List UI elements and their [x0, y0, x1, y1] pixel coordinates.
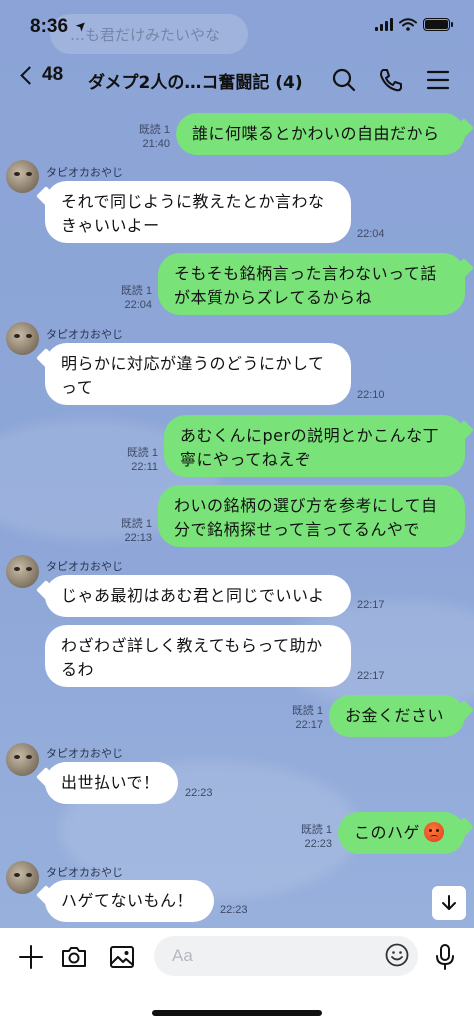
back-button[interactable]: 48	[18, 64, 63, 86]
my-message-bubble[interactable]: お金ください	[329, 695, 465, 737]
message-meta: 既読 1 21:40	[110, 123, 170, 151]
message-text: じゃあ最初はあむ君と同じでいいよ	[61, 586, 325, 605]
menu-icon[interactable]	[424, 66, 452, 94]
read-receipt: 既読 1	[138, 124, 170, 136]
message-time: 22:23	[220, 904, 248, 916]
wifi-icon	[399, 18, 417, 31]
their-message-bubble[interactable]: 出世払いで！	[45, 762, 178, 804]
message-time: 22:10	[357, 389, 385, 401]
their-message-bubble[interactable]: 明らかに対応が違うのどうにかして って	[45, 343, 351, 405]
message-text-line: わいの銘柄の選び方を参考にして自	[174, 496, 438, 515]
message-text-line: って	[61, 378, 94, 397]
unread-count: 48	[42, 64, 64, 85]
back-chevron-icon	[20, 65, 39, 85]
read-receipt: 既読 1	[300, 824, 332, 836]
message-text: お金ください	[345, 706, 445, 725]
angry-face-icon	[424, 822, 445, 842]
message-time: 22:11	[131, 461, 158, 473]
my-message-bubble[interactable]: このハゲ	[338, 812, 465, 854]
search-icon[interactable]	[330, 66, 358, 94]
message-text: ハゲてないもん！	[61, 891, 194, 910]
message-composer	[0, 928, 474, 1024]
avatar[interactable]	[6, 160, 39, 193]
read-receipt: 既読 1	[126, 447, 158, 459]
avatar[interactable]	[6, 743, 39, 776]
sender-name: タピオカおやじ	[46, 560, 123, 573]
location-icon: ➤	[71, 16, 91, 35]
chat-header: 48 ダメプ2人の…コ奮闘記 (4)	[0, 56, 474, 106]
microphone-icon[interactable]	[430, 942, 460, 972]
message-meta: 既読 1 22:11	[98, 446, 158, 474]
message-time: 22:04	[124, 299, 152, 311]
their-message-bubble[interactable]: わざわざ詳しく教えてもらって助か るわ	[45, 625, 351, 687]
scroll-to-bottom-button[interactable]	[432, 886, 466, 920]
sender-name: タピオカおやじ	[46, 747, 123, 760]
arrow-down-icon	[442, 895, 456, 910]
message-meta: 既読 1 22:17	[263, 704, 323, 732]
my-message-bubble[interactable]: そもそも銘柄言った言わないって話 が本質からズレてるからね	[158, 253, 465, 315]
sender-name: タピオカおやじ	[46, 866, 123, 879]
emoji-icon[interactable]	[384, 942, 410, 968]
message-text-line: それで同じように教えたとか言わな	[61, 192, 325, 211]
read-receipt: 既読 1	[120, 518, 152, 530]
their-message-bubble[interactable]: じゃあ最初はあむ君と同じでいいよ	[45, 575, 351, 617]
message-time: 22:13	[124, 532, 152, 544]
avatar[interactable]	[6, 861, 39, 894]
message-text-line: 寧にやってねえぞ	[180, 450, 312, 469]
message-meta: 既読 1 22:23	[272, 823, 332, 851]
message-text-line: わざわざ詳しく教えてもらって助か	[61, 636, 323, 655]
sender-name: タピオカおやじ	[46, 328, 123, 341]
chat-title[interactable]: ダメプ2人の…コ奮闘記 (4)	[88, 68, 303, 93]
battery-icon	[423, 18, 453, 31]
phone-icon[interactable]	[377, 66, 405, 94]
read-receipt: 既読 1	[120, 285, 152, 297]
sender-name: タピオカおやじ	[46, 166, 123, 179]
message-text-line: るわ	[61, 660, 95, 679]
camera-icon[interactable]	[59, 942, 89, 972]
message-meta: 既読 1 22:04	[92, 284, 152, 312]
message-text-line: あむくんにperの説明とかこんな丁	[180, 426, 440, 445]
message-text: このハゲ	[354, 823, 421, 842]
message-meta: 既読 1 22:13	[92, 517, 152, 545]
plus-icon[interactable]	[16, 942, 46, 972]
status-bar: 8:36 ➤	[0, 0, 474, 52]
my-message-bubble[interactable]: わいの銘柄の選び方を参考にして自 分で銘柄探せって言ってるんやで	[158, 485, 465, 547]
home-indicator	[152, 1010, 322, 1016]
message-input[interactable]	[154, 936, 418, 976]
image-icon[interactable]	[107, 942, 137, 972]
message-time: 22:17	[295, 719, 323, 731]
their-message-bubble[interactable]: ハゲてないもん！	[45, 880, 214, 922]
my-message-bubble[interactable]: あむくんにperの説明とかこんな丁 寧にやってねえぞ	[164, 415, 465, 477]
status-indicators	[375, 18, 453, 31]
message-text-line: が本質からズレてるからね	[174, 288, 373, 307]
message-time: 22:17	[357, 599, 385, 611]
my-message-bubble[interactable]: 誰に何喋るとかわいの自由だから	[176, 113, 465, 155]
message-text-line: 分で銘柄探せって言ってるんやで	[174, 520, 420, 539]
message-text-line: きゃいいよー	[61, 216, 160, 235]
signal-icon	[375, 18, 393, 31]
message-text: 誰に何喋るとかわいの自由だから	[192, 124, 440, 143]
avatar[interactable]	[6, 555, 39, 588]
message-text: 出世払いで！	[61, 773, 160, 792]
avatar[interactable]	[6, 322, 39, 355]
message-time: 22:17	[357, 670, 385, 682]
message-text-line: 明らかに対応が違うのどうにかして	[61, 354, 325, 373]
message-time: 22:23	[185, 787, 213, 799]
their-message-bubble[interactable]: それで同じように教えたとか言わな きゃいいよー	[45, 181, 351, 243]
message-time: 22:23	[304, 838, 332, 850]
message-text-line: そもそも銘柄言った言わないって話	[174, 264, 437, 283]
status-time: 8:36	[30, 16, 69, 37]
read-receipt: 既読 1	[291, 705, 323, 717]
message-time: 21:40	[142, 138, 170, 150]
message-time: 22:04	[357, 228, 385, 240]
